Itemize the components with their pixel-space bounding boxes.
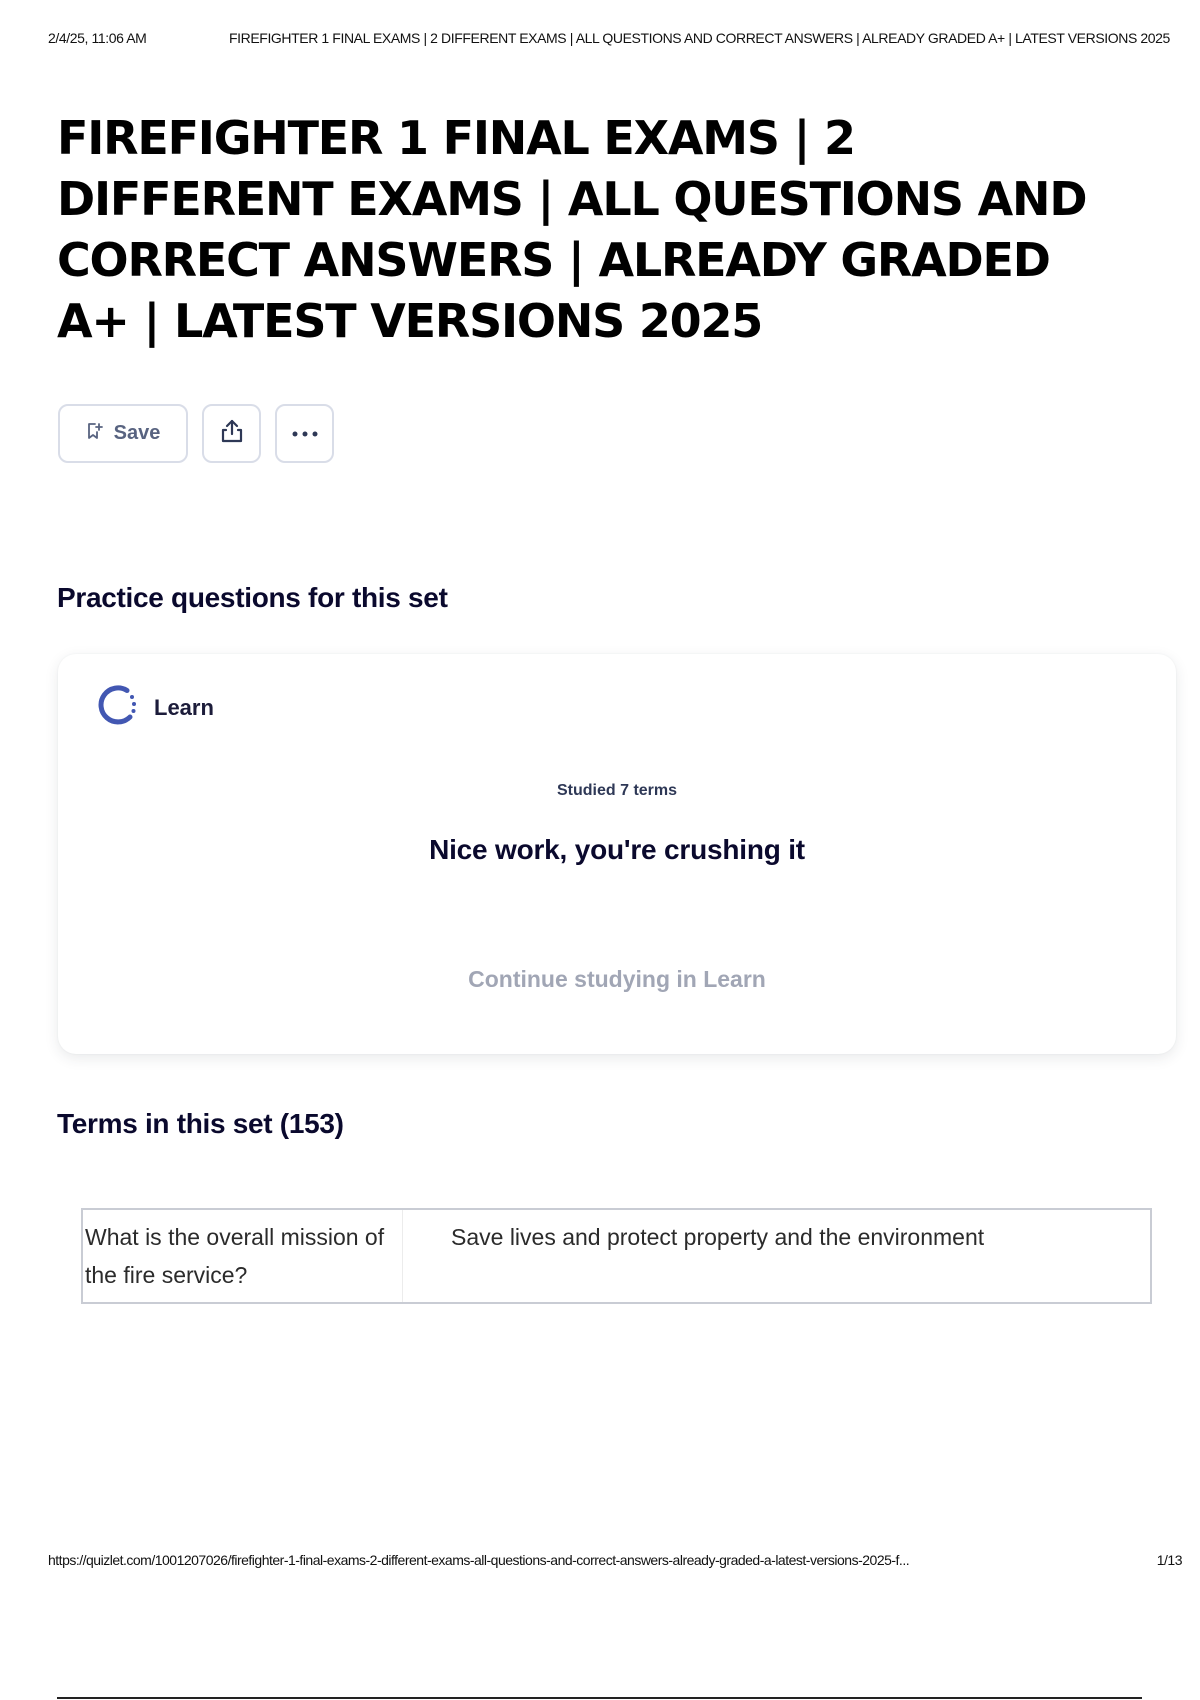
definition-cell: Save lives and protect property and the …	[451, 1224, 985, 1250]
learn-progress-icon	[96, 684, 138, 731]
save-button[interactable]: Save	[58, 404, 188, 463]
print-timestamp: 2/4/25, 11:06 AM	[48, 30, 147, 46]
share-icon	[218, 417, 246, 450]
more-options-button[interactable]	[275, 404, 334, 463]
practice-heading: Practice questions for this set	[57, 582, 448, 613]
page-title: FIREFIGHTER 1 FINAL EXAMS | 2 DIFFERENT …	[57, 111, 1088, 348]
save-button-label: Save	[113, 422, 161, 444]
studied-count: Studied 7 terms	[556, 782, 678, 799]
learn-header: Learn	[96, 684, 214, 731]
more-horizontal-icon	[291, 425, 319, 443]
print-url: https://quizlet.com/1001207026/firefight…	[48, 1552, 910, 1568]
continue-learn-link[interactable]: Continue studying in Learn	[58, 966, 1176, 993]
progress-message: Nice work, you're crushing it	[429, 834, 805, 865]
share-button[interactable]	[202, 404, 261, 463]
table-row: What is the overall mission of the fire …	[81, 1208, 1152, 1304]
term-cell: What is the overall mission of the fire …	[83, 1210, 403, 1302]
terms-heading: Terms in this set (153)	[57, 1108, 344, 1139]
divider	[57, 1697, 1142, 1699]
bookmark-plus-icon	[86, 422, 104, 446]
print-page-title: FIREFIGHTER 1 FINAL EXAMS | 2 DIFFERENT …	[229, 30, 1170, 46]
learn-label: Learn	[154, 694, 214, 720]
action-bar: Save	[58, 404, 334, 463]
print-footer: https://quizlet.com/1001207026/firefight…	[48, 1552, 1183, 1568]
print-header: 2/4/25, 11:06 AM FIREFIGHTER 1 FINAL EXA…	[48, 30, 1182, 46]
learn-card[interactable]: Learn Studied 7 terms Nice work, you're …	[58, 654, 1176, 1054]
page-indicator: 1/13	[1156, 1552, 1183, 1568]
